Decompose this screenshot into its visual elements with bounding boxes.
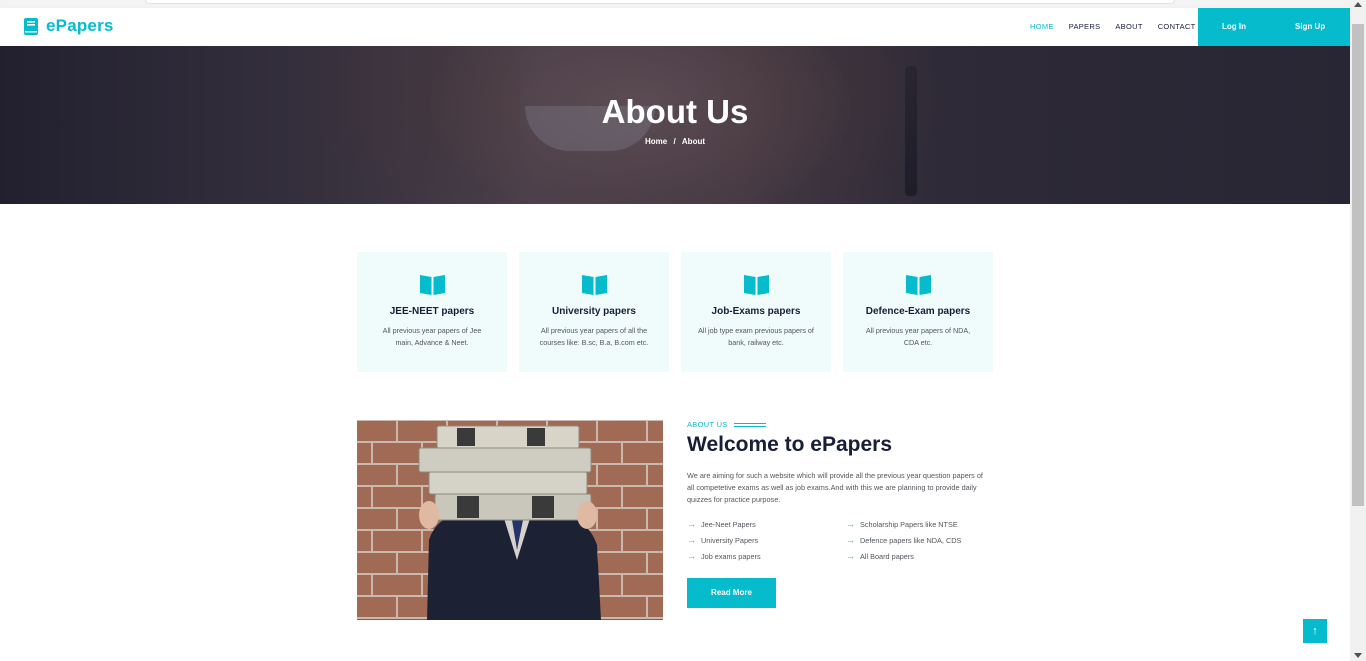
about-tag: ABOUT US xyxy=(687,420,728,429)
feature-label: All Board papers xyxy=(860,551,914,561)
read-more-button[interactable]: Read More xyxy=(687,578,776,608)
card-university[interactable]: University papers All previous year pape… xyxy=(519,252,669,372)
about-title: Welcome to ePapers xyxy=(687,433,893,456)
card-desc: All previous year papers of all the cour… xyxy=(539,326,649,347)
brand-logo[interactable]: ePapers xyxy=(24,16,114,36)
address-bar-edge xyxy=(145,0,1175,4)
brand-name: ePapers xyxy=(46,16,114,35)
signup-button[interactable]: Sign Up xyxy=(1295,22,1325,31)
card-title: University papers xyxy=(552,306,636,317)
arrow-up-icon: ↑ xyxy=(1312,625,1318,637)
navbar: ePapers HOME PAPERS ABOUT CONTACT Log In… xyxy=(0,8,1350,46)
feature-item: → Job exams papers xyxy=(687,550,846,562)
arrow-right-icon: → xyxy=(846,535,855,545)
book-open-icon xyxy=(905,275,931,295)
card-desc: All previous year papers of Jee main, Ad… xyxy=(382,326,482,347)
books-photo xyxy=(357,420,663,620)
nav-about[interactable]: ABOUT xyxy=(1115,22,1142,31)
breadcrumb-home[interactable]: Home xyxy=(645,137,667,146)
breadcrumb: Home / About xyxy=(0,137,1350,146)
book-open-icon xyxy=(419,275,445,295)
card-jee-neet[interactable]: JEE-NEET papers All previous year papers… xyxy=(357,252,507,372)
login-button[interactable]: Log In xyxy=(1222,22,1246,31)
page-title: About Us xyxy=(601,93,749,130)
about-image xyxy=(357,420,663,620)
arrow-right-icon: → xyxy=(846,551,855,561)
feature-label: University Papers xyxy=(701,535,759,545)
feature-item: → Scholarship Papers like NTSE xyxy=(846,518,987,530)
card-defence-exam[interactable]: Defence-Exam papers All previous year pa… xyxy=(843,252,993,372)
feature-label: Defence papers like NDA, CDS xyxy=(860,535,962,545)
book-open-icon xyxy=(743,275,769,295)
card-title: Defence-Exam papers xyxy=(865,306,971,317)
service-cards: JEE-NEET papers All previous year papers… xyxy=(357,252,993,372)
scroll-down-arrow-icon[interactable] xyxy=(1354,653,1362,658)
arrow-right-icon: → xyxy=(687,519,696,529)
nav-links: HOME PAPERS ABOUT CONTACT xyxy=(1030,22,1196,31)
feature-label: Jee-Neet Papers xyxy=(701,519,756,529)
card-desc: All previous year papers of NDA, CDA etc… xyxy=(865,326,971,347)
browser-top-strip xyxy=(0,0,1350,8)
arrow-right-icon: → xyxy=(687,551,696,561)
card-desc: All job type exam previous papers of ban… xyxy=(698,326,814,347)
book-open-icon xyxy=(581,275,607,295)
feature-list: → Jee-Neet Papers → Scholarship Papers lik… xyxy=(687,518,987,562)
nav-home[interactable]: HOME xyxy=(1030,22,1054,31)
feature-item: → University Papers xyxy=(687,534,846,546)
about-section-tag: ABOUT US xyxy=(687,420,766,429)
about-description: We are aiming for such a website which w… xyxy=(687,471,983,504)
scrollbar-thumb[interactable] xyxy=(1352,24,1364,506)
feature-item: → Jee-Neet Papers xyxy=(687,518,846,530)
card-title: Job-Exams papers xyxy=(711,306,801,317)
book-icon xyxy=(24,17,38,35)
tag-line-decoration xyxy=(733,422,766,427)
card-title: JEE-NEET papers xyxy=(389,306,475,317)
page-scrollbar[interactable] xyxy=(1350,0,1366,661)
feature-item: → All Board papers xyxy=(846,550,987,562)
feature-item: → Defence papers like NDA, CDS xyxy=(846,534,987,546)
nav-papers[interactable]: PAPERS xyxy=(1069,22,1101,31)
card-job-exams[interactable]: Job-Exams papers All job type exam previ… xyxy=(681,252,831,372)
breadcrumb-current: About xyxy=(681,137,706,146)
hero-banner: About Us Home / About xyxy=(0,46,1350,204)
arrow-right-icon: → xyxy=(846,519,855,529)
auth-area: Log In Sign Up xyxy=(1198,8,1350,46)
feature-label: Scholarship Papers like NTSE xyxy=(860,519,958,529)
scroll-up-arrow-icon[interactable] xyxy=(1354,2,1362,7)
feature-label: Job exams papers xyxy=(701,551,761,561)
nav-contact[interactable]: CONTACT xyxy=(1158,22,1196,31)
breadcrumb-separator: / xyxy=(673,137,676,146)
arrow-right-icon: → xyxy=(687,535,696,545)
back-to-top-button[interactable]: ↑ xyxy=(1303,619,1327,643)
